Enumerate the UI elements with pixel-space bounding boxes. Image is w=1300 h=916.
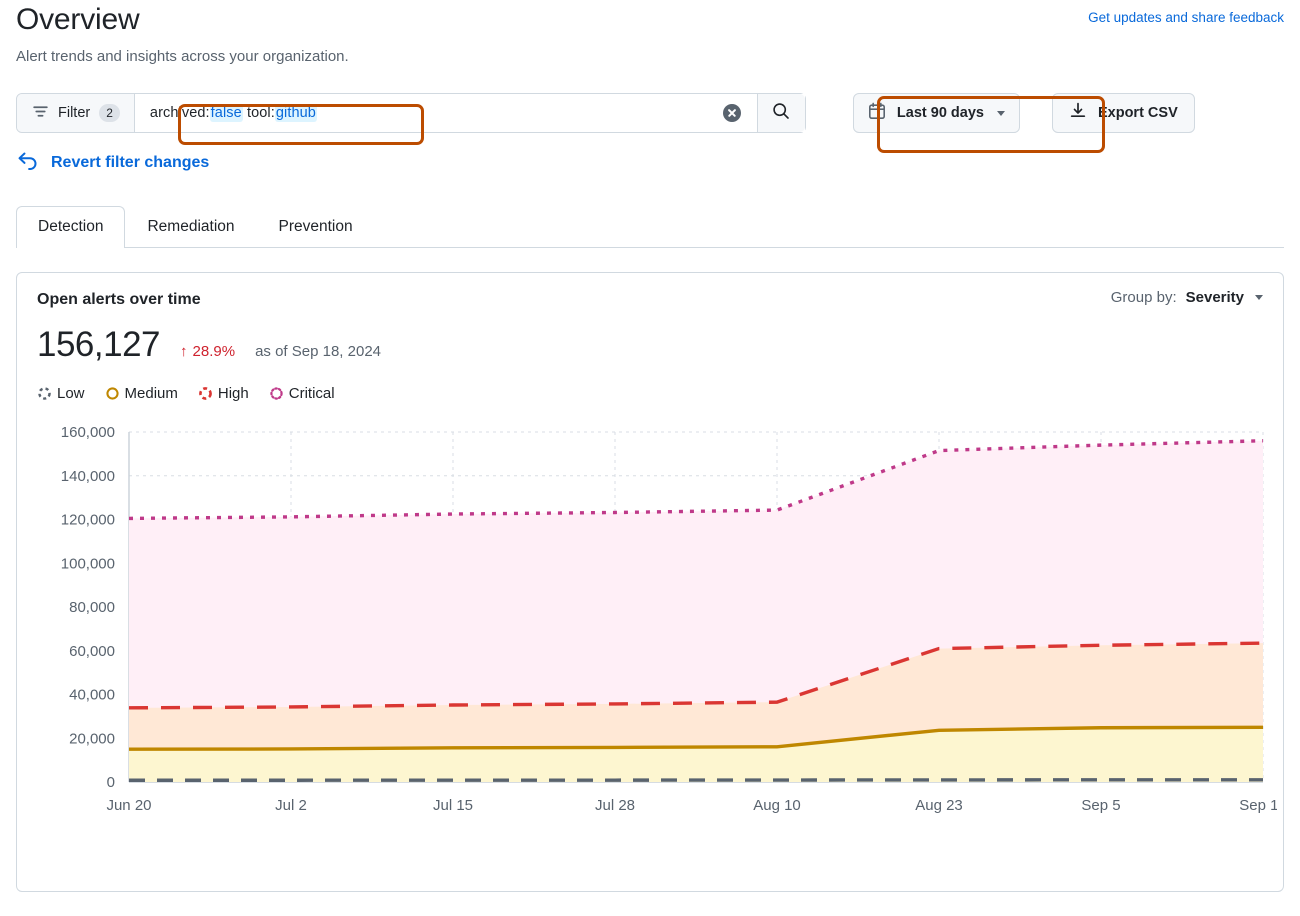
page-subtitle: Alert trends and insights across your or… (16, 47, 349, 67)
dashed-circle-marker-icon (198, 386, 213, 401)
filter-button[interactable]: Filter 2 (17, 94, 135, 132)
page-header: Overview Alert trends and insights acros… (16, 0, 1284, 67)
metric-as-of: as of Sep 18, 2024 (255, 343, 381, 360)
overview-page: Overview Alert trends and insights acros… (0, 0, 1300, 916)
y-axis-tick-label: 140,000 (61, 468, 115, 485)
export-csv-button[interactable]: Export CSV (1052, 93, 1195, 133)
search-token-value-tool: github (275, 104, 317, 122)
date-range-button[interactable]: Last 90 days (853, 93, 1020, 133)
filter-search-group: Filter 2 archived:false tool:github (16, 93, 806, 133)
date-range-label: Last 90 days (897, 105, 984, 121)
group-by-dropdown[interactable]: Group by: Severity (1111, 289, 1263, 306)
legend-item-medium[interactable]: Medium (105, 385, 178, 402)
card-header: Open alerts over time Group by: Severity (37, 291, 1263, 309)
legend-item-low[interactable]: Low (37, 385, 85, 402)
group-by-value: Severity (1186, 289, 1244, 306)
y-axis-tick-label: 120,000 (61, 512, 115, 529)
solid-circle-marker-icon (105, 386, 120, 401)
x-axis-tick-label: Aug 10 (753, 797, 801, 814)
y-axis-tick-label: 20,000 (69, 730, 115, 747)
y-axis-tick-label: 0 (107, 774, 115, 791)
metric-row: 156,127 ↑ 28.9% as of Sep 18, 2024 (37, 325, 1263, 365)
page-title: Overview (16, 2, 349, 38)
search-token-key-archived: archived: (150, 105, 210, 121)
revert-filter-changes-button[interactable]: Revert filter changes (16, 149, 1284, 176)
legend-label-low: Low (57, 385, 85, 402)
card-title: Open alerts over time (37, 291, 201, 309)
legend-label-medium: Medium (125, 385, 178, 402)
x-axis-tick-label: Sep 5 (1081, 797, 1120, 814)
x-axis-tick-label: Jun 20 (106, 797, 151, 814)
tab-bar: Detection Remediation Prevention (16, 204, 1284, 248)
search-submit-button[interactable] (757, 94, 805, 132)
feedback-link[interactable]: Get updates and share feedback (1088, 2, 1284, 25)
y-axis-tick-label: 40,000 (69, 687, 115, 704)
undo-arrow-icon (16, 149, 40, 176)
chart-svg: 0 20,000 40,000 60,000 80,000 100,000 120,000 1… (37, 424, 1277, 824)
metric-delta: ↑ 28.9% (180, 343, 235, 360)
search-field-wrap: archived:false tool:github (135, 94, 805, 132)
legend-label-high: High (218, 385, 249, 402)
x-axis-tick-label: Jul 28 (595, 797, 635, 814)
legend-label-critical: Critical (289, 385, 335, 402)
group-by-label: Group by: (1111, 289, 1177, 306)
x-axis-tick-label: Jul 15 (433, 797, 473, 814)
y-axis-tick-label: 100,000 (61, 555, 115, 572)
filter-toolbar: Filter 2 archived:false tool:github (16, 93, 1284, 133)
download-icon (1069, 102, 1087, 124)
search-token-value-archived: false (210, 104, 243, 122)
delta-percent: 28.9% (193, 343, 236, 360)
legend-item-high[interactable]: High (198, 385, 249, 402)
y-axis-tick-label: 160,000 (61, 424, 115, 441)
x-axis-tick-label: Jul 2 (275, 797, 307, 814)
legend-item-critical[interactable]: Critical (269, 385, 335, 402)
y-axis-tick-label: 60,000 (69, 643, 115, 660)
filter-icon (32, 103, 49, 124)
filter-label: Filter (58, 105, 90, 121)
delta-up-arrow-icon: ↑ (180, 343, 188, 360)
dotted-circle-marker-icon (269, 386, 284, 401)
revert-filter-changes-label: Revert filter changes (51, 154, 209, 172)
calendar-icon (868, 102, 886, 124)
y-axis-tick-label: 80,000 (69, 599, 115, 616)
tab-prevention[interactable]: Prevention (257, 206, 375, 248)
filter-count-badge: 2 (99, 104, 120, 122)
metric-total-value: 156,127 (37, 325, 160, 365)
tab-detection[interactable]: Detection (16, 206, 125, 248)
search-token-key-tool: tool: (243, 105, 275, 121)
export-csv-label: Export CSV (1098, 105, 1178, 121)
open-alerts-chart: 0 20,000 40,000 60,000 80,000 100,000 120,000 1… (37, 424, 1263, 824)
dashed-circle-marker-icon (37, 386, 52, 401)
chevron-down-icon (1255, 295, 1263, 300)
chevron-down-icon (997, 111, 1005, 116)
search-icon (771, 101, 791, 126)
open-alerts-card: Open alerts over time Group by: Severity… (16, 272, 1284, 892)
clear-search-icon[interactable] (723, 104, 741, 122)
search-input[interactable]: archived:false tool:github (135, 105, 723, 121)
page-header-text: Overview Alert trends and insights acros… (16, 2, 349, 67)
chart-legend: Low Medium High Critical (37, 385, 1263, 402)
tab-remediation[interactable]: Remediation (125, 206, 256, 248)
x-axis-tick-label: Sep 18 (1239, 797, 1277, 814)
x-axis-tick-label: Aug 23 (915, 797, 963, 814)
